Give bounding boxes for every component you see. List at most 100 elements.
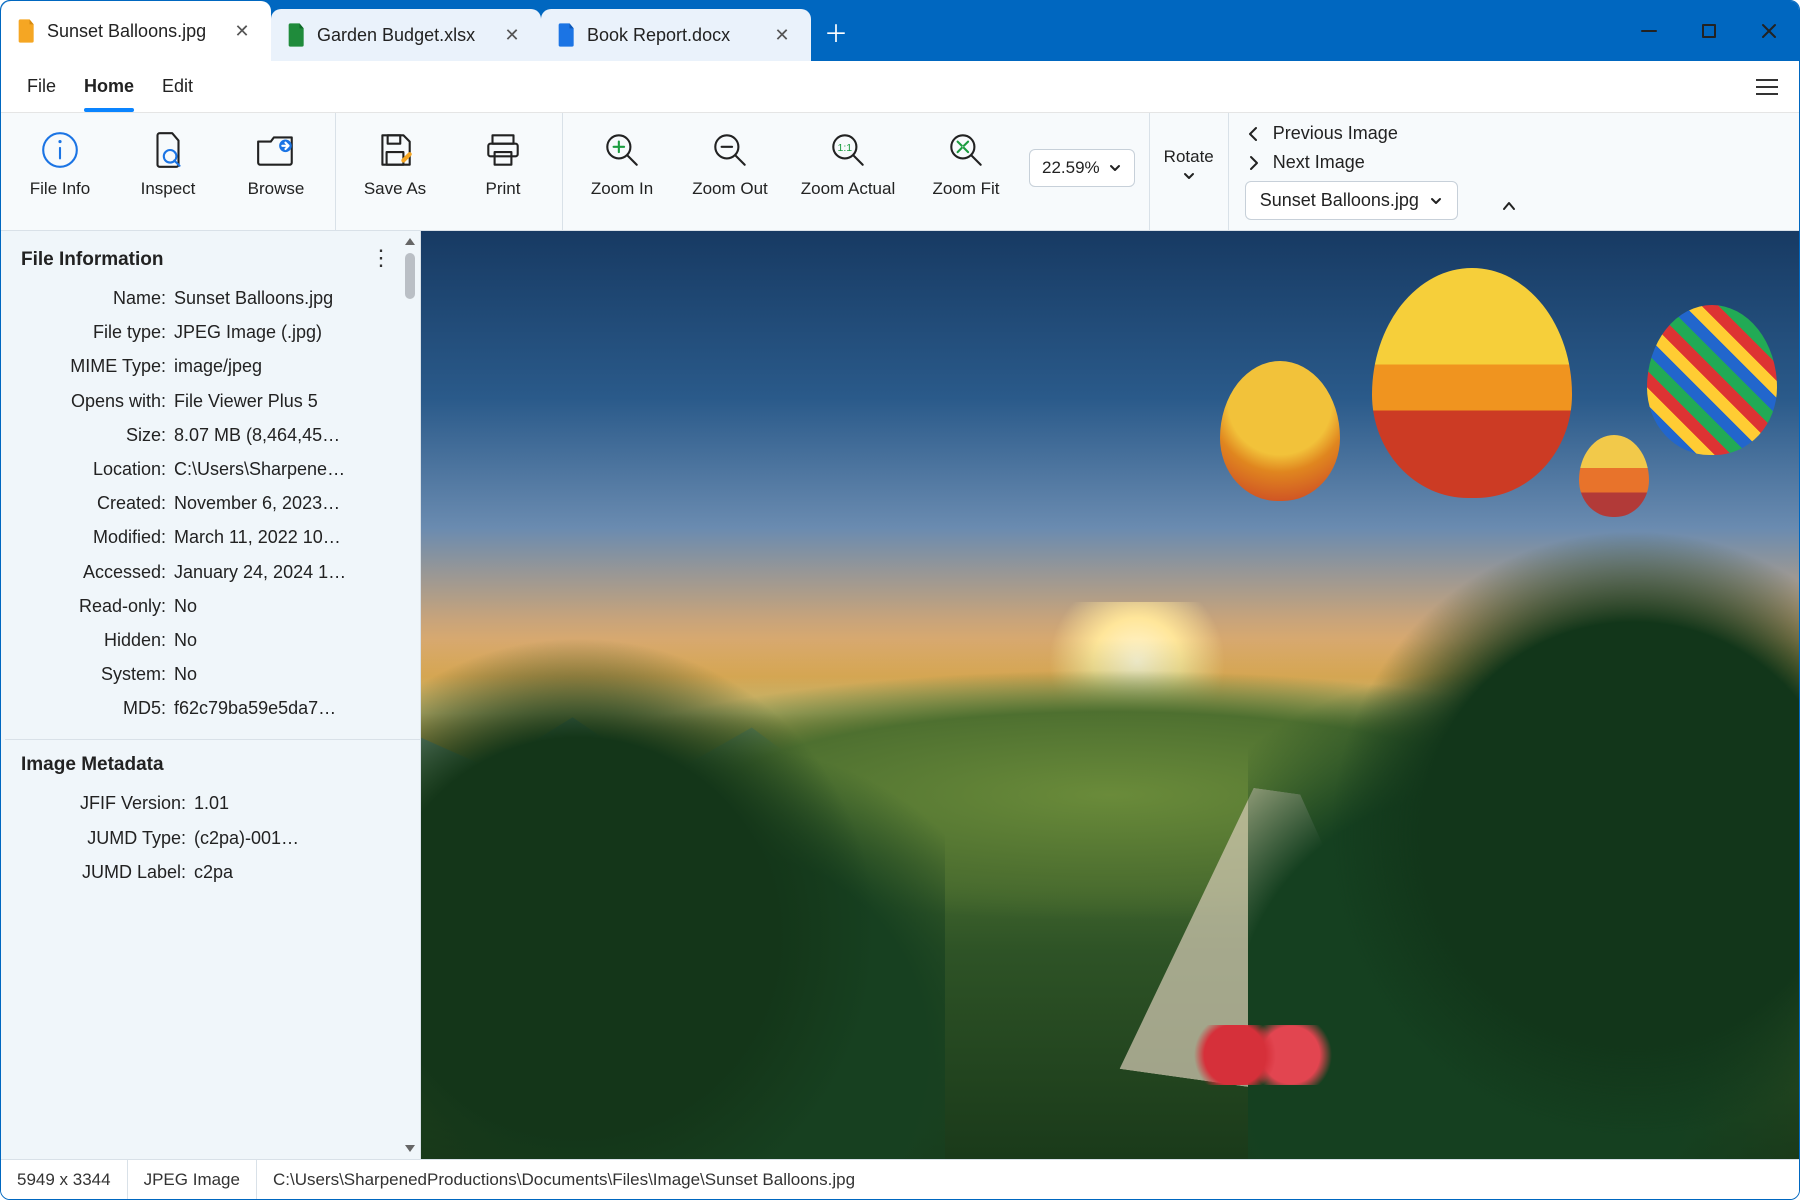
info-row: JUMD Label:c2pa bbox=[21, 855, 404, 889]
info-value: No bbox=[174, 623, 404, 657]
zoom-fit-icon bbox=[945, 129, 987, 171]
tab-close-icon[interactable]: ✕ bbox=[499, 22, 525, 48]
image-viewport[interactable] bbox=[421, 231, 1799, 1159]
info-value: JPEG Image (.jpg) bbox=[174, 315, 404, 349]
zoom-out-button[interactable]: Zoom Out bbox=[685, 123, 775, 199]
image-metadata-heading: Image Metadata bbox=[21, 754, 404, 776]
info-row: JFIF Version:1.01 bbox=[21, 786, 404, 820]
chevron-left-icon bbox=[1245, 125, 1263, 143]
zoom-in-button[interactable]: Zoom In bbox=[577, 123, 667, 199]
info-value: 1.01 bbox=[194, 786, 404, 820]
zoom-actual-button[interactable]: 1:1 Zoom Actual bbox=[793, 123, 903, 199]
new-tab-button[interactable]: ＋ bbox=[811, 1, 861, 61]
info-row: File type:JPEG Image (.jpg) bbox=[21, 315, 404, 349]
info-value: No bbox=[174, 589, 404, 623]
info-panel: ⋮ File Information Name:Sunset Balloons.… bbox=[1, 231, 421, 1159]
status-dimensions: 5949 x 3344 bbox=[1, 1160, 128, 1199]
menu-file[interactable]: File bbox=[13, 61, 70, 112]
info-key: Read-only: bbox=[21, 589, 166, 623]
status-filetype: JPEG Image bbox=[128, 1160, 257, 1199]
previous-image-button[interactable]: Previous Image bbox=[1245, 123, 1398, 144]
info-key: JUMD Label: bbox=[21, 855, 186, 889]
file-icon bbox=[287, 23, 307, 47]
info-key: Accessed: bbox=[21, 555, 166, 589]
next-image-button[interactable]: Next Image bbox=[1245, 152, 1365, 173]
menu-edit[interactable]: Edit bbox=[148, 61, 207, 112]
info-row: Read-only:No bbox=[21, 589, 404, 623]
tab-inactive[interactable]: Garden Budget.xlsx ✕ bbox=[271, 9, 541, 61]
save-as-button[interactable]: Save As bbox=[350, 123, 440, 199]
info-value: File Viewer Plus 5 bbox=[174, 384, 404, 418]
file-icon bbox=[557, 23, 577, 47]
info-row: Opens with:File Viewer Plus 5 bbox=[21, 384, 404, 418]
info-value: March 11, 2022 10… bbox=[174, 520, 404, 554]
info-key: Created: bbox=[21, 486, 166, 520]
window-close-icon[interactable] bbox=[1739, 1, 1799, 61]
panel-menu-icon[interactable]: ⋮ bbox=[370, 245, 394, 271]
tab-label: Book Report.docx bbox=[587, 25, 759, 46]
scrollbar-thumb[interactable] bbox=[405, 253, 415, 299]
info-key: Hidden: bbox=[21, 623, 166, 657]
info-value: image/jpeg bbox=[174, 349, 404, 383]
info-value: Sunset Balloons.jpg bbox=[174, 281, 404, 315]
image-content bbox=[421, 231, 1799, 1159]
zoom-in-icon bbox=[601, 129, 643, 171]
browse-button[interactable]: Browse bbox=[231, 123, 321, 199]
info-key: JFIF Version: bbox=[21, 786, 186, 820]
status-path: C:\Users\SharpenedProductions\Documents\… bbox=[257, 1160, 1799, 1199]
tab-close-icon[interactable]: ✕ bbox=[229, 18, 255, 44]
info-key: Opens with: bbox=[21, 384, 166, 418]
inspect-button[interactable]: Inspect bbox=[123, 123, 213, 199]
rotate-button[interactable]: Rotate bbox=[1164, 123, 1214, 183]
info-row: MIME Type:image/jpeg bbox=[21, 349, 404, 383]
print-button[interactable]: Print bbox=[458, 123, 548, 199]
info-value: f62c79ba59e5da7… bbox=[174, 691, 404, 725]
tab-active[interactable]: Sunset Balloons.jpg ✕ bbox=[1, 1, 271, 61]
info-key: MIME Type: bbox=[21, 349, 166, 383]
chevron-right-icon bbox=[1245, 154, 1263, 172]
info-key: Size: bbox=[21, 418, 166, 452]
inspect-icon bbox=[147, 129, 189, 171]
info-row: Size:8.07 MB (8,464,45… bbox=[21, 418, 404, 452]
scroll-down-icon[interactable] bbox=[403, 1141, 417, 1155]
zoom-fit-button[interactable]: Zoom Fit bbox=[921, 123, 1011, 199]
svg-text:1:1: 1:1 bbox=[838, 142, 853, 154]
hamburger-icon[interactable] bbox=[1747, 67, 1787, 107]
window-maximize-icon[interactable] bbox=[1679, 1, 1739, 61]
chevron-down-icon bbox=[1429, 194, 1443, 208]
tab-label: Garden Budget.xlsx bbox=[317, 25, 489, 46]
tab-inactive[interactable]: Book Report.docx ✕ bbox=[541, 9, 811, 61]
info-key: System: bbox=[21, 657, 166, 691]
scroll-up-icon[interactable] bbox=[403, 235, 417, 249]
zoom-combo[interactable]: 22.59% bbox=[1029, 149, 1135, 187]
tab-close-icon[interactable]: ✕ bbox=[769, 22, 795, 48]
info-value: 8.07 MB (8,464,45… bbox=[174, 418, 404, 452]
collapse-ribbon-icon[interactable] bbox=[1500, 197, 1518, 218]
zoom-out-icon bbox=[709, 129, 751, 171]
info-value: November 6, 2023… bbox=[174, 486, 404, 520]
current-file-combo[interactable]: Sunset Balloons.jpg bbox=[1245, 181, 1458, 220]
info-row: System:No bbox=[21, 657, 404, 691]
file-info-heading: File Information bbox=[21, 249, 404, 271]
info-row: Accessed:January 24, 2024 1… bbox=[21, 555, 404, 589]
save-icon bbox=[374, 129, 416, 171]
window-minimize-icon[interactable] bbox=[1619, 1, 1679, 61]
info-key: JUMD Type: bbox=[21, 821, 186, 855]
panel-scrollbar[interactable] bbox=[402, 235, 418, 1155]
tab-label: Sunset Balloons.jpg bbox=[47, 21, 219, 42]
file-info-button[interactable]: File Info bbox=[15, 123, 105, 199]
ribbon: File Info Inspect Browse Save As Print Z… bbox=[1, 113, 1799, 231]
menu-home[interactable]: Home bbox=[70, 61, 148, 112]
info-key: Location: bbox=[21, 452, 166, 486]
info-row: Name:Sunset Balloons.jpg bbox=[21, 281, 404, 315]
browse-icon bbox=[255, 129, 297, 171]
info-value: (c2pa)-001… bbox=[194, 821, 404, 855]
info-value: C:\Users\Sharpene… bbox=[174, 452, 404, 486]
zoom-value: 22.59% bbox=[1042, 158, 1100, 178]
info-value: No bbox=[174, 657, 404, 691]
chevron-down-icon bbox=[1108, 161, 1122, 175]
file-icon bbox=[17, 19, 37, 43]
chevron-down-icon bbox=[1182, 169, 1196, 183]
title-bar: Sunset Balloons.jpg ✕ Garden Budget.xlsx… bbox=[1, 1, 1799, 61]
info-row: Modified:March 11, 2022 10… bbox=[21, 520, 404, 554]
